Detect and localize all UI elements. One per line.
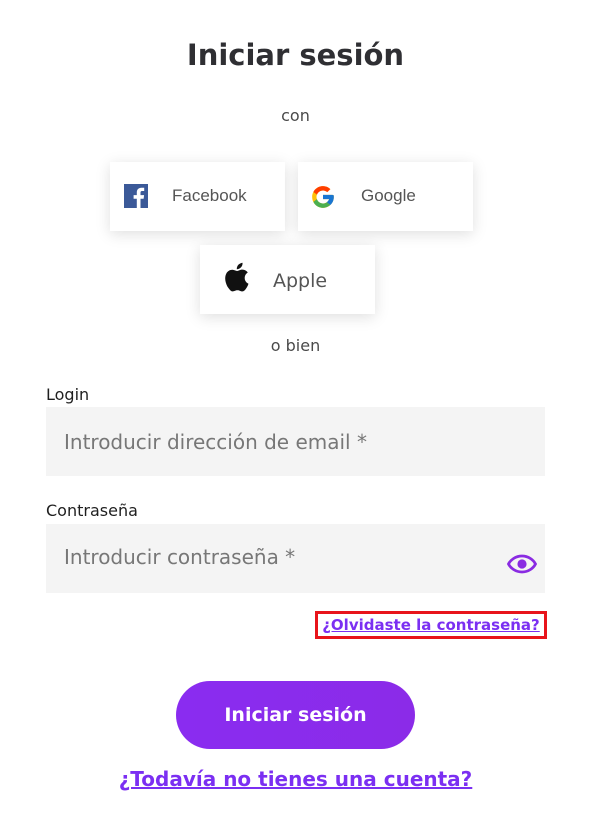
password-label: Contraseña	[46, 501, 138, 520]
forgot-password-link[interactable]: ¿Olvidaste la contraseña?	[322, 616, 540, 634]
page-title: Iniciar sesión	[186, 38, 405, 72]
login-label: Login	[46, 385, 90, 404]
apple-label: Apple	[273, 270, 328, 292]
register-container: ¿Todavía no tienes una cuenta?	[0, 767, 591, 791]
google-login-button[interactable]: Google	[298, 162, 473, 231]
with-text: con	[281, 106, 310, 125]
facebook-icon	[124, 184, 148, 208]
email-field[interactable]	[46, 407, 545, 476]
google-icon	[310, 184, 336, 210]
register-link[interactable]: ¿Todavía no tienes una cuenta?	[119, 767, 473, 791]
eye-icon[interactable]	[506, 552, 538, 576]
apple-icon	[222, 261, 250, 293]
password-field-container	[46, 524, 545, 593]
password-field[interactable]	[46, 524, 545, 593]
facebook-login-button[interactable]: Facebook	[110, 162, 285, 231]
forgot-password-highlight: ¿Olvidaste la contraseña?	[315, 611, 547, 639]
facebook-label: Facebook	[172, 186, 247, 205]
google-label: Google	[361, 186, 416, 205]
email-field-container	[46, 407, 545, 476]
or-divider-text: o bien	[270, 336, 321, 355]
submit-login-button[interactable]: Iniciar sesión	[176, 681, 415, 749]
apple-login-button[interactable]: Apple	[200, 245, 375, 314]
